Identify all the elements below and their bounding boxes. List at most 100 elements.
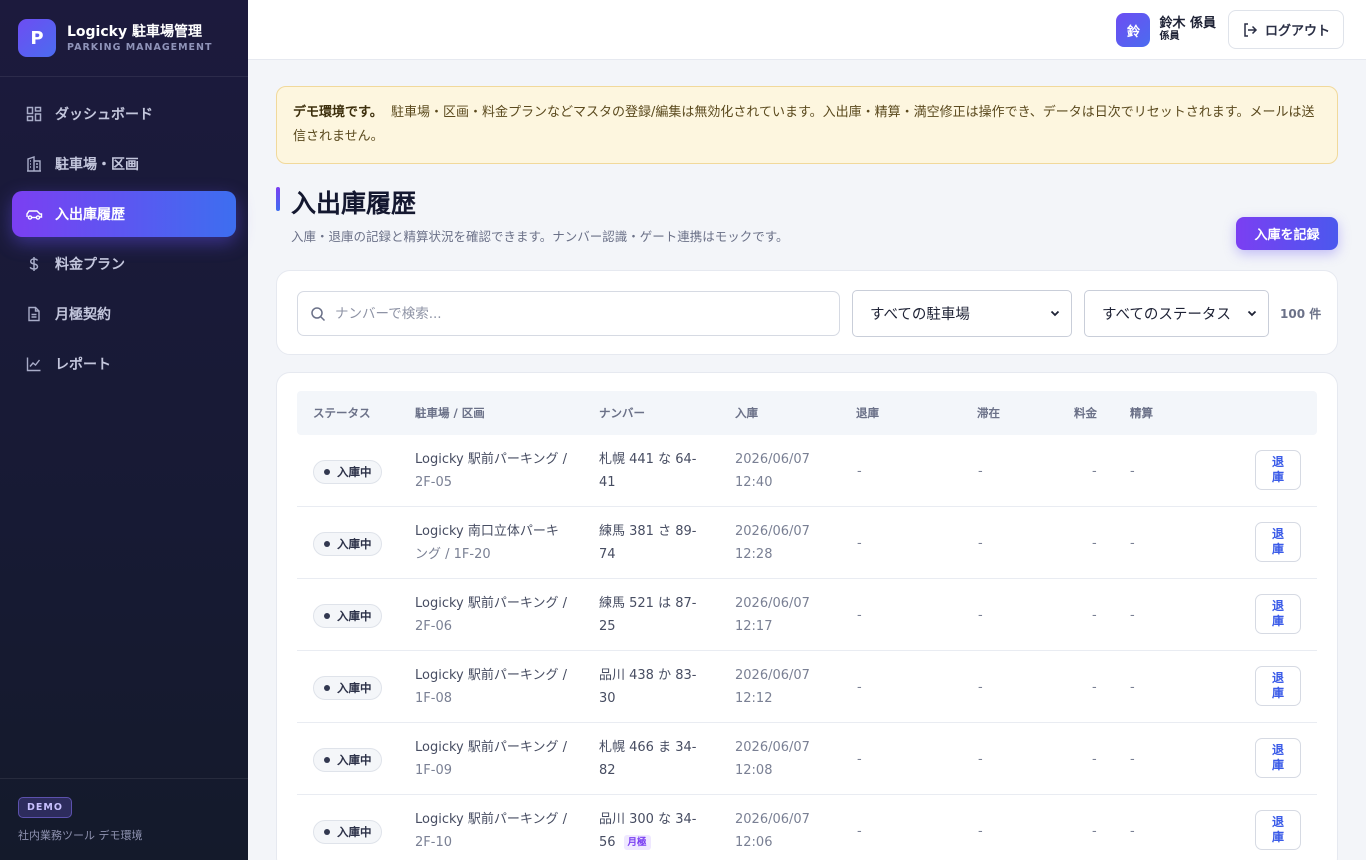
- entry-cell: 2026/06/07 12:06: [735, 808, 825, 854]
- plate-line2: 30: [599, 691, 616, 706]
- brand[interactable]: P Logicky 駐車場管理 PARKING MANAGEMENT: [0, 0, 248, 77]
- sidebar-item-monthly[interactable]: 月極契約: [12, 291, 236, 337]
- exit-button[interactable]: 退庫: [1255, 666, 1301, 706]
- sidebar-footer: DEMO 社内業務ツール デモ環境: [0, 778, 248, 860]
- sidebar-item-label: ダッシュボード: [55, 107, 153, 123]
- exit-cell: -: [857, 680, 862, 695]
- status-label: 入庫中: [337, 825, 372, 839]
- plate-line2: 25: [599, 619, 616, 634]
- parking-name: Logicky 駅前パーキング /: [415, 668, 567, 683]
- notice-text: 駐車場・区画・料金プランなどマスタの登録/編集は無効化されています。入出庫・精算…: [293, 105, 1315, 144]
- record-entry-button[interactable]: 入庫を記録: [1236, 217, 1338, 250]
- document-icon: [25, 305, 43, 323]
- stay-cell: -: [978, 824, 983, 839]
- exit-button[interactable]: 退庫: [1255, 450, 1301, 490]
- logout-icon: [1244, 22, 1258, 37]
- status-label: 入庫中: [337, 681, 372, 695]
- table-row: 入庫中 Logicky 南口立体パーキ ング / 1F-20 練馬 381 さ 89-…: [297, 507, 1317, 579]
- dollar-icon: [25, 255, 43, 273]
- sidebar-item-pricing[interactable]: 料金プラン: [12, 241, 236, 287]
- search-icon: [311, 306, 326, 321]
- user-menu[interactable]: 鈴 鈴木 係員 係員: [1116, 13, 1216, 47]
- column-header-settlement: 精算: [1130, 406, 1153, 420]
- fee-cell: -: [1092, 608, 1097, 623]
- exit-button[interactable]: 退庫: [1255, 810, 1301, 850]
- entry-date: 2026/06/07: [735, 452, 810, 467]
- exit-cell: -: [857, 464, 862, 479]
- parking-cell: Logicky 駅前パーキング / 2F-06: [415, 592, 580, 638]
- plate-line1: 札幌 466 ま 34-: [599, 740, 697, 755]
- column-header-exit: 退庫: [856, 406, 879, 420]
- status-label: 入庫中: [337, 609, 372, 623]
- result-count: 100 件: [1280, 307, 1322, 321]
- table-row: 入庫中 Logicky 駅前パーキング / 2F-05 札幌 441 な 64- 41 2…: [297, 435, 1317, 507]
- parking-select[interactable]: すべての駐車場: [852, 290, 1072, 337]
- plate-line1: 練馬 381 さ 89-: [599, 524, 697, 539]
- sidebar-item-history[interactable]: 入出庫履歴: [12, 191, 236, 237]
- status-badge: 入庫中: [313, 604, 382, 628]
- parking-cell: Logicky 駅前パーキング / 1F-09: [415, 736, 580, 782]
- exit-button[interactable]: 退庫: [1255, 738, 1301, 778]
- dashboard-icon: [25, 105, 43, 123]
- exit-button-label: 退庫: [1271, 599, 1284, 628]
- entry-time: 12:17: [735, 619, 773, 634]
- column-header-fee: 料金: [1074, 406, 1097, 420]
- entry-date: 2026/06/07: [735, 740, 810, 755]
- sidebar-item-report[interactable]: レポート: [12, 341, 236, 387]
- entry-time: 12:06: [735, 835, 773, 850]
- plate-line2: 56: [599, 835, 616, 850]
- avatar: 鈴: [1116, 13, 1151, 47]
- status-badge: 入庫中: [313, 748, 382, 772]
- plate-line2: 74: [599, 547, 616, 562]
- parking-cell: Logicky 駅前パーキング / 1F-08: [415, 664, 580, 710]
- status-label: 入庫中: [337, 465, 372, 479]
- parking-name: Logicky 駅前パーキング /: [415, 812, 567, 827]
- search-box[interactable]: [297, 291, 840, 336]
- parking-select-value: すべての駐車場: [870, 307, 970, 323]
- search-input[interactable]: [335, 305, 815, 322]
- page-header: 入出庫履歴 入庫・退庫の記録と精算状況を確認できます。ナンバー認識・ゲート連携は…: [276, 184, 1338, 270]
- status-badge: 入庫中: [313, 676, 382, 700]
- parking-name: Logicky 南口立体パーキ: [415, 524, 559, 539]
- parking-cell: Logicky 駅前パーキング / 2F-05: [415, 448, 580, 494]
- status-dot: [324, 685, 330, 691]
- exit-button[interactable]: 退庫: [1255, 522, 1301, 562]
- exit-button[interactable]: 退庫: [1255, 594, 1301, 634]
- sidebar: P Logicky 駐車場管理 PARKING MANAGEMENT ダッシュボ…: [0, 0, 248, 860]
- plate-cell: 札幌 441 な 64- 41: [599, 448, 709, 494]
- logout-label: ログアウト: [1264, 24, 1330, 39]
- status-badge: 入庫中: [313, 532, 382, 556]
- table-row: 入庫中 Logicky 駅前パーキング / 1F-08 品川 438 か 83- 30 2…: [297, 651, 1317, 723]
- status-badge: 入庫中: [313, 460, 382, 484]
- plate-line2: 41: [599, 475, 616, 490]
- status-dot: [324, 613, 330, 619]
- sidebar-item-label: レポート: [55, 357, 111, 373]
- page-title: 入出庫履歴: [291, 189, 417, 218]
- status-dot: [324, 829, 330, 835]
- building-icon: [25, 155, 43, 173]
- entry-cell: 2026/06/07 12:17: [735, 592, 825, 638]
- entry-time: 12:40: [735, 475, 773, 490]
- column-header-entry: 入庫: [735, 406, 758, 420]
- parking-cell: Logicky 駅前パーキング / 2F-10: [415, 808, 580, 854]
- sidebar-item-parking[interactable]: 駐車場・区画: [12, 141, 236, 187]
- plate-cell: 練馬 521 は 87- 25: [599, 592, 709, 638]
- chevron-down-icon: [1050, 310, 1060, 317]
- entry-date: 2026/06/07: [735, 668, 810, 683]
- status-select[interactable]: すべてのステータス: [1084, 290, 1269, 337]
- history-table: ステータス 駐車場 / 区画 ナンバー 入庫 退庫 滞在 料金 精算 入庫中 Lo…: [276, 372, 1338, 860]
- column-header-plate: ナンバー: [599, 406, 645, 420]
- exit-cell: -: [857, 752, 862, 767]
- table-header: ステータス 駐車場 / 区画 ナンバー 入庫 退庫 滞在 料金 精算: [297, 391, 1317, 435]
- user-name: 鈴木 係員: [1159, 16, 1216, 31]
- settlement-cell: -: [1130, 464, 1135, 479]
- stay-cell: -: [978, 536, 983, 551]
- logout-button[interactable]: ログアウト: [1228, 10, 1344, 49]
- sidebar-item-label: 料金プラン: [55, 257, 125, 273]
- main-content: デモ環境です。 駐車場・区画・料金プランなどマスタの登録/編集は無効化されていま…: [276, 60, 1338, 860]
- plate-line1: 品川 300 な 34-: [599, 812, 697, 827]
- sidebar-item-dashboard[interactable]: ダッシュボード: [12, 91, 236, 137]
- status-dot: [324, 541, 330, 547]
- filter-bar: すべての駐車場 すべてのステータス 100 件: [276, 270, 1338, 355]
- plate-cell: 札幌 466 ま 34- 82: [599, 736, 709, 782]
